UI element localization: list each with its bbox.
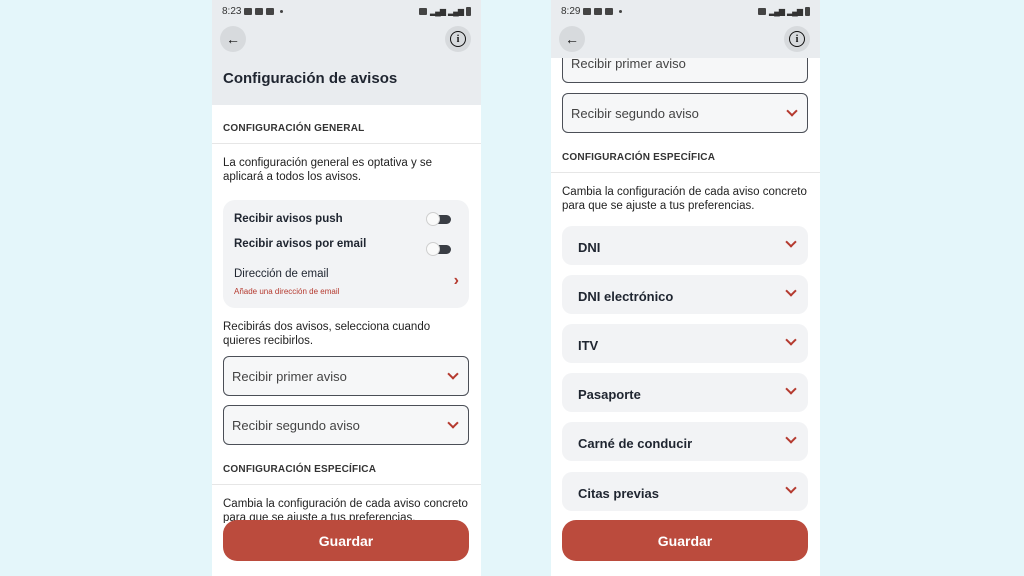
calendar-icon xyxy=(605,7,614,15)
app-bar: ← i xyxy=(212,22,481,58)
divider xyxy=(212,484,481,485)
battery-icon xyxy=(466,6,471,16)
email-address-label: Dirección de email xyxy=(234,268,329,280)
accordion-item-dni-electronico[interactable]: DNI electrónico xyxy=(562,275,808,314)
phone-screen-left: 8:23 ▂▄▆ ▂▄▆ ← i Configuración de avisos… xyxy=(212,0,481,576)
first-notice-value: Recibir primer aviso xyxy=(571,56,686,71)
chevron-down-icon xyxy=(785,236,797,248)
chevron-down-icon xyxy=(785,285,797,297)
second-notice-value: Recibir segundo aviso xyxy=(232,418,360,433)
status-time: 8:29 xyxy=(561,5,581,17)
specific-section-header: CONFIGURACIÓN ESPECÍFICA xyxy=(562,152,716,163)
two-notices-description: Recibirás dos avisos, selecciona cuando … xyxy=(223,321,431,347)
email-address-hint: Añade una dirección de email xyxy=(234,287,340,296)
info-button[interactable]: i xyxy=(445,26,471,52)
accordion-item-citas-previas[interactable]: Citas previas xyxy=(562,472,808,511)
accordion-label: ITV xyxy=(578,338,599,353)
second-notice-select[interactable]: Recibir segundo aviso xyxy=(223,405,469,445)
chevron-down-icon xyxy=(785,383,797,395)
signal-icon: ▂▄▆ xyxy=(430,6,446,16)
status-time: 8:23 xyxy=(222,5,242,17)
save-button[interactable]: Guardar xyxy=(562,520,808,561)
notification-settings-card: Recibir avisos push Recibir avisos por e… xyxy=(223,200,469,308)
alarm-icon xyxy=(758,7,767,15)
arrow-left-icon: ← xyxy=(226,31,240,47)
page-header: Configuración de avisos xyxy=(212,58,481,105)
chevron-down-icon xyxy=(447,417,459,429)
second-notice-select[interactable]: Recibir segundo aviso xyxy=(562,93,808,133)
email-toggle[interactable] xyxy=(426,242,451,256)
info-icon: i xyxy=(450,31,466,47)
back-button[interactable]: ← xyxy=(559,26,585,52)
signal-icon: ▂▄▆ xyxy=(769,6,785,16)
accordion-item-itv[interactable]: ITV xyxy=(562,324,808,363)
app-bar: ← i xyxy=(551,22,820,58)
toggle-knob xyxy=(426,212,440,226)
youtube-icon xyxy=(255,7,264,15)
divider xyxy=(551,172,820,173)
specific-section-header: CONFIGURACIÓN ESPECÍFICA xyxy=(223,464,377,475)
notification-dot-icon xyxy=(280,9,284,13)
notification-dot-icon xyxy=(619,9,623,13)
accordion-item-dni[interactable]: DNI xyxy=(562,226,808,265)
accordion-item-pasaporte[interactable]: Pasaporte xyxy=(562,373,808,412)
alarm-icon xyxy=(419,7,428,15)
gallery-icon xyxy=(244,7,253,15)
divider xyxy=(212,143,481,144)
accordion-label: Carné de conducir xyxy=(578,436,693,451)
back-button[interactable]: ← xyxy=(220,26,246,52)
chevron-down-icon xyxy=(786,105,798,117)
toggle-knob xyxy=(426,242,440,256)
accordion-item-carne-de-conducir[interactable]: Carné de conducir xyxy=(562,422,808,461)
arrow-left-icon: ← xyxy=(565,31,579,47)
signal-icon: ▂▄▆ xyxy=(787,6,803,16)
status-bar: 8:29 ▂▄▆ ▂▄▆ xyxy=(551,0,820,22)
general-section-header: CONFIGURACIÓN GENERAL xyxy=(223,123,365,134)
email-toggle-label: Recibir avisos por email xyxy=(234,238,367,250)
calendar-icon xyxy=(266,7,275,15)
status-bar: 8:23 ▂▄▆ ▂▄▆ xyxy=(212,0,481,22)
first-notice-select[interactable]: Recibir primer aviso xyxy=(223,356,469,396)
chevron-down-icon xyxy=(785,334,797,346)
save-button[interactable]: Guardar xyxy=(223,520,469,561)
info-button[interactable]: i xyxy=(784,26,810,52)
battery-icon xyxy=(805,6,810,16)
general-description: La configuración general es optativa y s… xyxy=(223,157,433,183)
first-notice-value: Recibir primer aviso xyxy=(232,369,347,384)
signal-icon: ▂▄▆ xyxy=(448,6,464,16)
specific-description: Cambia la configuración de cada aviso co… xyxy=(562,186,807,212)
chevron-down-icon xyxy=(447,368,459,380)
push-toggle[interactable] xyxy=(426,212,451,226)
chevron-down-icon xyxy=(785,482,797,494)
info-icon: i xyxy=(789,31,805,47)
accordion-label: Pasaporte xyxy=(578,387,641,402)
phone-screen-right: Recibir primer aviso 8:29 ▂▄▆ ▂▄▆ ← i Re… xyxy=(551,0,820,576)
chevron-down-icon xyxy=(785,432,797,444)
gallery-icon xyxy=(583,7,592,15)
page-title: Configuración de avisos xyxy=(223,70,398,87)
chevron-right-icon: › xyxy=(453,272,459,289)
youtube-icon xyxy=(594,7,603,15)
accordion-label: DNI electrónico xyxy=(578,289,674,304)
accordion-label: DNI xyxy=(578,240,601,255)
push-toggle-label: Recibir avisos push xyxy=(234,213,343,225)
second-notice-value: Recibir segundo aviso xyxy=(571,106,699,121)
accordion-label: Citas previas xyxy=(578,486,659,501)
